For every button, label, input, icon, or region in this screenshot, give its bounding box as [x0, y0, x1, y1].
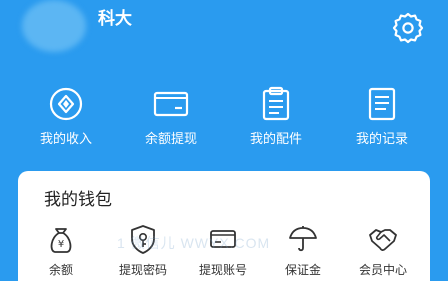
- wallet-item-member-center-label: 会员中心: [358, 263, 407, 277]
- avatar[interactable]: [22, 0, 86, 52]
- wallet-title: 我的钱包: [44, 190, 112, 210]
- quick-actions: 我的收入 余额提现 我的配件 我的记录: [0, 84, 448, 154]
- watermark-text: 1 微信儿 WWYX.COM: [117, 235, 271, 251]
- action-my-records-label: 我的记录: [355, 132, 408, 147]
- handshake-icon: [369, 229, 397, 251]
- wallet-item-member-center[interactable]: 会员中心: [348, 223, 418, 278]
- username: 科大: [98, 9, 132, 29]
- action-my-income[interactable]: 我的收入: [16, 84, 116, 147]
- gear-icon: [392, 12, 424, 44]
- umbrella-icon: [289, 226, 317, 252]
- action-my-income-label: 我的收入: [39, 132, 92, 147]
- wallet-item-withdraw-account-label: 提现账号: [198, 263, 247, 277]
- wallet-card: 我的钱包 ¥ 余额 提现密码 提现账号 保证金 会员中心: [18, 171, 430, 281]
- action-my-parts-label: 我的配件: [249, 132, 302, 147]
- wallet-item-withdraw-password-label: 提现密码: [118, 263, 167, 277]
- wallet-item-balance-label: 余额: [48, 263, 73, 277]
- settings-button[interactable]: [392, 12, 424, 44]
- svg-text:¥: ¥: [58, 239, 64, 250]
- wallet-item-balance[interactable]: ¥ 余额: [26, 223, 96, 278]
- action-balance-withdraw-label: 余额提现: [144, 132, 197, 147]
- clipboard-icon: [262, 86, 290, 121]
- action-my-records[interactable]: 我的记录: [332, 84, 432, 147]
- money-bag-icon: ¥: [50, 228, 72, 253]
- diamond-circle-icon: [49, 87, 83, 121]
- document-list-icon: [368, 87, 396, 121]
- wallet-item-deposit[interactable]: 保证金: [268, 223, 338, 278]
- action-balance-withdraw[interactable]: 余额提现: [121, 84, 221, 147]
- card-icon: [153, 91, 189, 117]
- action-my-parts[interactable]: 我的配件: [226, 84, 326, 147]
- wallet-item-deposit-label: 保证金: [284, 263, 321, 277]
